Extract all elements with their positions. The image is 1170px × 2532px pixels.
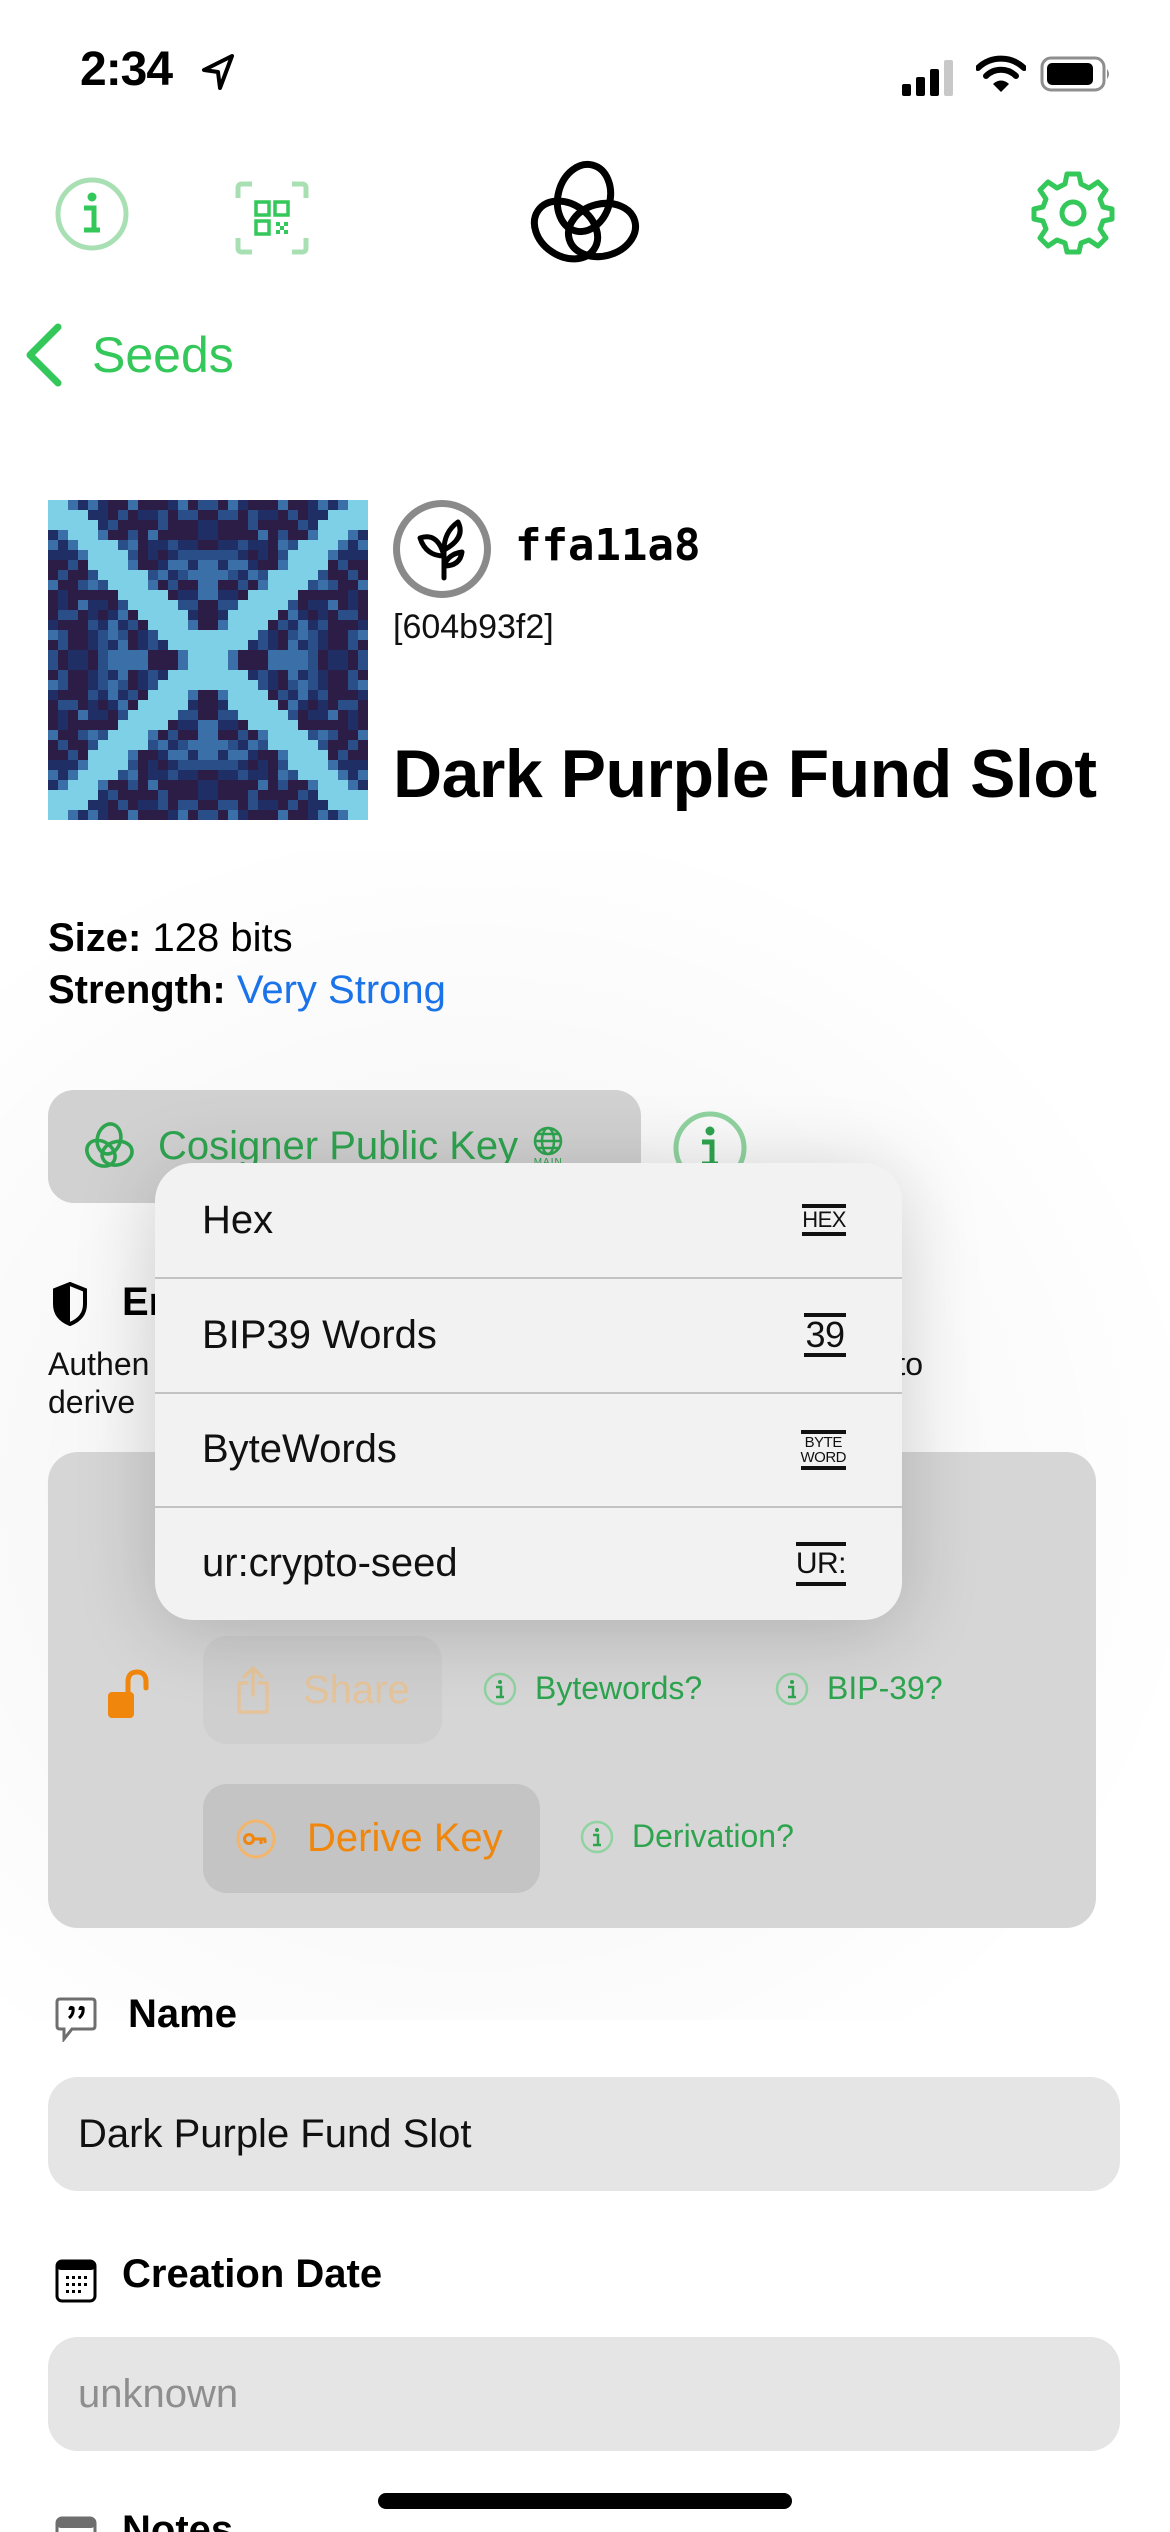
- wifi-icon: [976, 55, 1026, 92]
- quote-bubble-icon: [55, 1997, 97, 2042]
- battery-icon: [1040, 56, 1109, 92]
- export-format-menu: Hex HEX BIP39 Words 39 ByteWords BYTE WOR…: [155, 1163, 902, 1620]
- derive-key-button[interactable]: Derive Key: [203, 1784, 540, 1893]
- notes-label: Notes: [122, 2508, 234, 2532]
- creation-date-field[interactable]: unknown: [48, 2337, 1120, 2451]
- info-circle-icon: [483, 1672, 517, 1705]
- bytewords-help-link[interactable]: Bytewords?: [483, 1670, 702, 1707]
- bip39-help-link[interactable]: BIP-39?: [775, 1670, 943, 1707]
- menu-item-bytewords[interactable]: ByteWords BYTE WORD: [155, 1391, 902, 1506]
- creation-date-label: Creation Date: [122, 2252, 383, 2296]
- strength-label: Strength:: [48, 968, 226, 1012]
- qr-scan-icon[interactable]: [234, 180, 310, 256]
- size-value: 128 bits: [152, 916, 293, 960]
- unlocked-icon: [108, 1669, 149, 1718]
- bip39-format-icon: 39: [804, 1313, 846, 1358]
- info-circle-icon: [580, 1820, 614, 1853]
- gear-icon[interactable]: [1030, 170, 1116, 256]
- status-time: 2:34: [80, 43, 173, 96]
- seed-title: Dark Purple Fund Slot: [393, 736, 1097, 812]
- bytewords-help-label: Bytewords?: [535, 1670, 703, 1706]
- info-icon[interactable]: [54, 176, 130, 252]
- name-field[interactable]: Dark Purple Fund Slot: [48, 2077, 1120, 2191]
- seed-meta: Size: 128 bits Strength: Very Strong: [48, 912, 446, 1016]
- cosigner-logo-icon: [85, 1121, 134, 1168]
- strength-value: Very Strong: [236, 968, 446, 1012]
- globe-icon: [533, 1126, 563, 1156]
- size-row: Size: 128 bits: [48, 912, 446, 964]
- hex-format-icon: HEX: [802, 1204, 846, 1237]
- menu-item-label: BIP39 Words: [202, 1312, 437, 1357]
- share-button[interactable]: Share: [203, 1636, 442, 1744]
- menu-item-hex[interactable]: Hex HEX: [155, 1163, 902, 1277]
- key-circle-icon: [236, 1819, 276, 1858]
- network-badge: MAIN: [532, 1125, 564, 1168]
- derivation-help-link[interactable]: Derivation?: [580, 1818, 794, 1855]
- seed-lifehash-image: [48, 500, 368, 820]
- derivation-help-label: Derivation?: [632, 1818, 794, 1854]
- blockchain-commons-logo: [530, 160, 640, 263]
- info-circle-icon: [775, 1672, 809, 1705]
- strength-row: Strength: Very Strong: [48, 964, 446, 1016]
- notes-icon: [55, 2516, 97, 2532]
- share-label: Share: [303, 1667, 410, 1712]
- menu-item-label: Hex: [202, 1197, 274, 1242]
- name-label: Name: [128, 1992, 237, 2036]
- ur-format-icon: UR:: [795, 1541, 847, 1586]
- menu-item-label: ByteWords: [202, 1427, 397, 1472]
- seed-type-badge: [393, 500, 491, 598]
- shield-icon: [53, 1282, 87, 1326]
- calendar-icon: [55, 2259, 97, 2303]
- back-button[interactable]: Seeds: [24, 320, 234, 390]
- menu-item-bip39-words[interactable]: BIP39 Words 39: [155, 1277, 902, 1391]
- seed-fingerprint: ffa11a8: [515, 520, 701, 571]
- seed-id: [604b93f2]: [393, 608, 554, 646]
- sprout-icon: [417, 519, 465, 581]
- home-indicator[interactable]: [378, 2493, 792, 2509]
- menu-item-label: ur:crypto-seed: [202, 1541, 458, 1586]
- back-label: Seeds: [92, 327, 234, 383]
- bytewords-format-icon: BYTE WORD: [800, 1429, 846, 1470]
- menu-item-ur-crypto-seed[interactable]: ur:crypto-seed UR:: [155, 1505, 902, 1620]
- cellular-signal-icon: [902, 60, 953, 96]
- derive-key-label: Derive Key: [307, 1816, 503, 1860]
- bip39-help-label: BIP-39?: [827, 1670, 943, 1706]
- size-label: Size:: [48, 916, 142, 960]
- location-arrow-icon: [202, 54, 234, 90]
- encryption-desc-line1: Authen: [48, 1346, 150, 1382]
- share-icon: [237, 1666, 269, 1714]
- chevron-left-icon: [26, 323, 62, 387]
